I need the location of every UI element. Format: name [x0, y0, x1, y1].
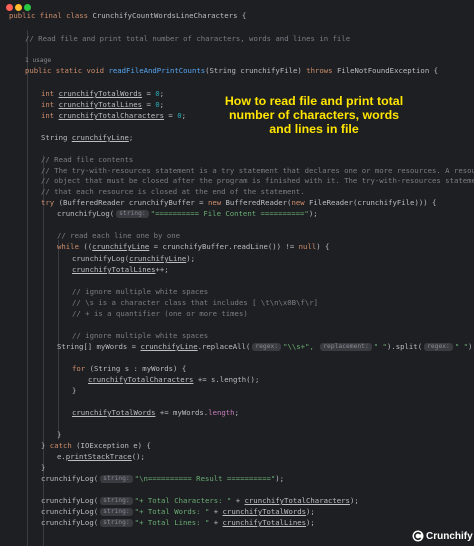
- code-line-total-lines[interactable]: int crunchifyTotalLines = 0;: [41, 100, 164, 110]
- code-line-close-brace[interactable]: }: [41, 463, 45, 473]
- code-line-for[interactable]: for (String s : myWords) {: [72, 364, 186, 374]
- code-line-add-characters[interactable]: crunchifyTotalCharacters += s.length();: [88, 375, 259, 385]
- parameter-hint: string:: [100, 519, 133, 527]
- code-line-log-line[interactable]: crunchifyLog(crunchifyLine);: [72, 254, 195, 264]
- code-line-split-words[interactable]: String[] myWords = crunchifyLine.replace…: [57, 342, 474, 352]
- code-line-close-brace[interactable]: }: [57, 430, 61, 440]
- code-line-while[interactable]: while ((crunchifyLine = crunchifyBuffer.…: [57, 242, 329, 252]
- code-comment[interactable]: // read each line one by one: [57, 231, 180, 241]
- code-comment[interactable]: // ignore multiple white spaces: [72, 331, 208, 341]
- crunchify-logo: Crunchify: [412, 528, 474, 546]
- code-comment[interactable]: // that each resource is closed at the e…: [41, 187, 305, 197]
- code-comment[interactable]: // ignore multiple white spaces: [72, 287, 208, 297]
- parameter-hint: regex:: [424, 343, 453, 351]
- code-line-log-result[interactable]: crunchifyLog(string: "\n========== Result…: [41, 474, 284, 484]
- code-line-log-total-characters[interactable]: crunchifyLog(string: "+ Total Characters:…: [41, 496, 359, 506]
- editor-window: public final class CrunchifyCountWordsLi…: [0, 0, 474, 546]
- code-line-total-words[interactable]: int crunchifyTotalWords = 0;: [41, 89, 164, 99]
- logo-text: Crunchify: [426, 531, 473, 542]
- code-line-log-total-words[interactable]: crunchifyLog(string: "+ Total Words: " + …: [41, 507, 315, 517]
- indent-guide: [27, 30, 28, 546]
- code-comment[interactable]: // \s is a character class that includes…: [72, 298, 318, 308]
- usage-hint[interactable]: 1 usage: [25, 56, 51, 66]
- parameter-hint: string:: [100, 497, 133, 505]
- code-editor[interactable]: public final class CrunchifyCountWordsLi…: [0, 0, 474, 546]
- code-line-catch[interactable]: } catch (IOException e) {: [41, 441, 151, 451]
- parameter-hint: string:: [116, 210, 149, 218]
- parameter-hint: string:: [100, 475, 133, 483]
- indent-guide: [43, 155, 44, 546]
- code-comment[interactable]: // object that must be closed after the …: [41, 176, 474, 186]
- article-title-overlay: How to read file and print total number …: [224, 94, 404, 136]
- parameter-hint: regex:: [252, 343, 282, 351]
- code-line-increment-lines[interactable]: crunchifyTotalLines++;: [72, 265, 169, 275]
- code-line-log-total-lines[interactable]: crunchifyLog(string: "+ Total Lines: " + …: [41, 518, 315, 528]
- parameter-hint: replacement:: [320, 343, 372, 351]
- code-comment[interactable]: // The try-with-resources statement is a…: [41, 166, 474, 176]
- code-line-line-variable[interactable]: String crunchifyLine;: [41, 133, 133, 143]
- code-comment[interactable]: // Read file contents: [41, 155, 133, 165]
- code-comment[interactable]: // Read file and print total number of c…: [25, 34, 350, 44]
- code-line-method-declaration[interactable]: public static void readFileAndPrintCount…: [25, 66, 438, 76]
- code-line-print-stack-trace[interactable]: e.printStackTrace();: [57, 452, 145, 462]
- crunchify-logo-icon: [412, 530, 424, 542]
- code-line-log-file-content[interactable]: crunchifyLog(string: "========== File Con…: [57, 209, 318, 219]
- code-line-add-words[interactable]: crunchifyTotalWords += myWords.length;: [72, 408, 239, 418]
- code-line-try[interactable]: try (BufferedReader crunchifyBuffer = ne…: [41, 198, 436, 208]
- parameter-hint: string:: [100, 508, 133, 516]
- indent-guide: [58, 240, 59, 440]
- overlay-title-line-2: number of characters, words and lines in…: [228, 108, 400, 136]
- overlay-title-line-1: How to read file and print total: [224, 94, 404, 108]
- code-comment[interactable]: // + is a quantifier (one or more times): [72, 309, 248, 319]
- code-line-total-characters[interactable]: int crunchifyTotalCharacters = 0;: [41, 111, 186, 121]
- code-line-close-brace[interactable]: }: [72, 386, 76, 396]
- code-line-class-declaration[interactable]: public final class CrunchifyCountWordsLi…: [9, 11, 246, 21]
